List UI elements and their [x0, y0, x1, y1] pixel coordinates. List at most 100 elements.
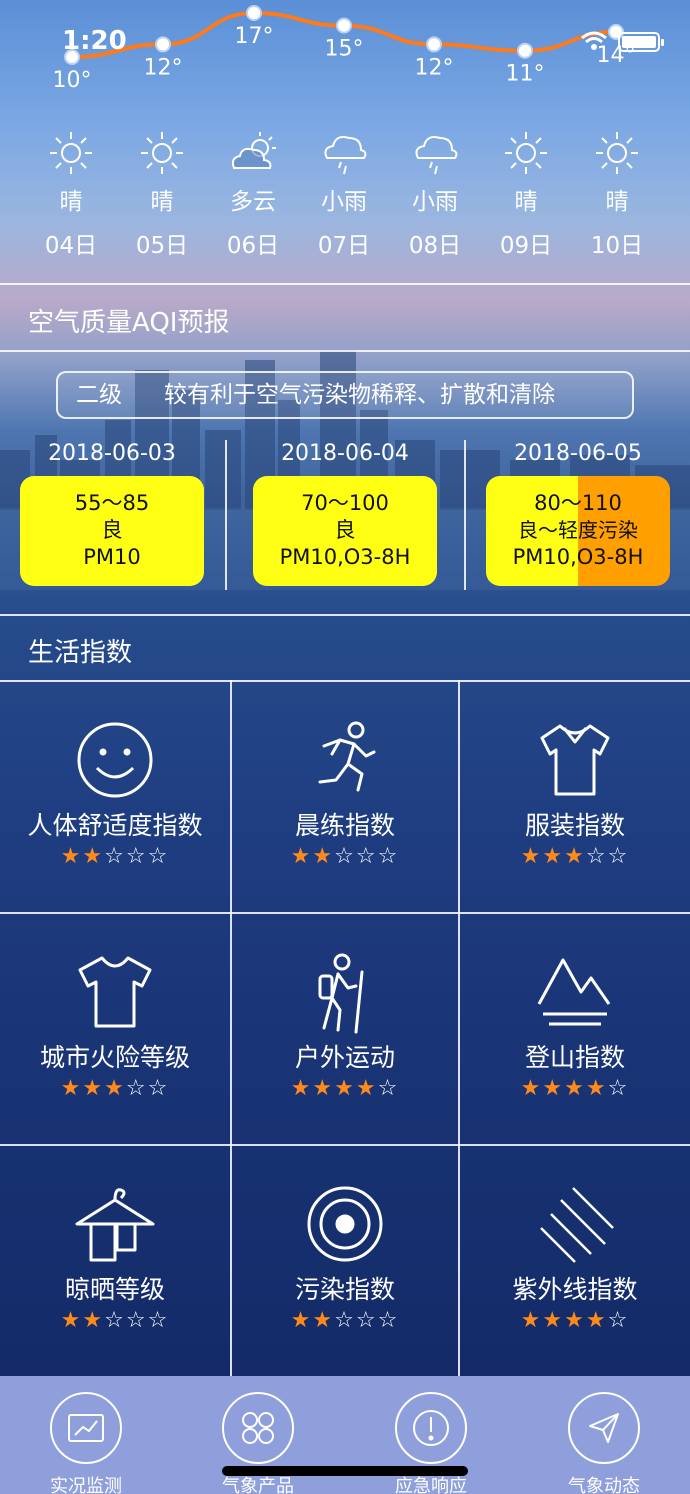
- star-filled-icon: ★: [520, 844, 543, 869]
- star-empty-icon: ☆: [147, 844, 170, 869]
- life-index-name: 晾晒等级: [64, 1275, 165, 1304]
- temperature-point: [517, 42, 533, 59]
- aqi-quality: 良: [101, 518, 123, 542]
- aqi-quality: 良～轻度污染: [518, 518, 638, 542]
- forecast-condition: 晴: [59, 189, 83, 215]
- line-chart-icon: [50, 1392, 122, 1464]
- aqi-day[interactable]: 2018-06-04 70～100 良 PM10,O3-8H: [242, 436, 448, 586]
- star-rating: ★★☆☆☆: [0, 844, 230, 869]
- life-index-item[interactable]: 紫外线指数 ★★★★☆: [460, 1146, 690, 1378]
- star-empty-icon: ☆: [607, 844, 630, 869]
- forecast-condition: 晴: [514, 189, 538, 215]
- wifi-icon: [580, 30, 608, 57]
- mountain-icon: [460, 952, 690, 1036]
- star-rating: ★★☆☆☆: [230, 844, 460, 869]
- forecast-condition: 小雨: [412, 189, 458, 215]
- life-index-item[interactable]: 服装指数 ★★★☆☆: [460, 682, 690, 914]
- sun-icon: [481, 128, 571, 178]
- star-filled-icon: ★: [564, 1308, 586, 1333]
- life-index-item[interactable]: 户外运动 ★★★★☆: [230, 914, 460, 1146]
- star-empty-icon: ☆: [607, 1076, 630, 1101]
- star-filled-icon: ★: [312, 844, 335, 869]
- sun-icon: [26, 128, 116, 178]
- star-empty-icon: ☆: [377, 1308, 400, 1333]
- star-filled-icon: ★: [542, 1308, 565, 1333]
- divider: [225, 440, 227, 590]
- aqi-day[interactable]: 2018-06-03 55～85 良 PM10: [9, 436, 215, 586]
- hiker-icon: [230, 952, 460, 1036]
- temperature-label: 12°: [144, 55, 183, 80]
- aqi-range: 70～100: [301, 491, 389, 515]
- star-filled-icon: ★: [542, 844, 565, 869]
- star-filled-icon: ★: [82, 1076, 105, 1101]
- life-index-item[interactable]: 晨练指数 ★★☆☆☆: [230, 682, 460, 914]
- tab-weather-news[interactable]: 气象动态: [544, 1392, 664, 1494]
- aqi-date: 2018-06-03: [48, 441, 176, 466]
- temperature-point: [246, 5, 262, 21]
- temperature-point: [336, 17, 352, 34]
- life-index-name: 户外运动: [294, 1043, 395, 1072]
- life-index-name: 晨练指数: [294, 811, 395, 840]
- temperature-point: [426, 36, 442, 53]
- aqi-section-title: 空气质量AQI预报: [28, 308, 230, 338]
- star-filled-icon: ★: [290, 1076, 313, 1101]
- aqi-card: 70～100 良 PM10,O3-8H: [253, 476, 437, 586]
- star-empty-icon: ☆: [377, 1076, 400, 1101]
- forecast-day: 晴 04日: [26, 128, 116, 260]
- clothes-hanger-icon: [0, 1184, 230, 1268]
- star-filled-icon: ★: [520, 1076, 543, 1101]
- bottom-tab-bar: 实况监测 气象产品 应急响应 气象动态: [0, 1376, 690, 1494]
- forecast-date: 05日: [135, 233, 189, 259]
- forecast-date: 06日: [226, 233, 280, 259]
- life-index-item[interactable]: 登山指数 ★★★★☆: [460, 914, 690, 1146]
- temperature-label: 12°: [415, 55, 454, 80]
- star-empty-icon: ☆: [125, 1308, 148, 1333]
- star-empty-icon: ☆: [334, 1308, 356, 1333]
- forecast-condition: 多云: [230, 189, 276, 215]
- tshirt-icon: [0, 952, 230, 1036]
- tab-weather-products[interactable]: 气象产品: [198, 1392, 318, 1494]
- life-index-item[interactable]: 晾晒等级 ★★☆☆☆: [0, 1146, 230, 1378]
- forecast-day: 晴 10日: [572, 128, 662, 260]
- life-index-name: 城市火险等级: [39, 1043, 190, 1072]
- target-icon: [230, 1184, 460, 1268]
- forecast-condition: 小雨: [321, 189, 367, 215]
- star-filled-icon: ★: [312, 1308, 335, 1333]
- star-filled-icon: ★: [82, 1308, 105, 1333]
- life-index-item[interactable]: 污染指数 ★★☆☆☆: [230, 1146, 460, 1378]
- runner-icon: [230, 720, 460, 804]
- temperature-label: 11°: [506, 62, 545, 87]
- star-filled-icon: ★: [585, 1076, 608, 1101]
- star-empty-icon: ☆: [377, 844, 400, 869]
- star-empty-icon: ☆: [104, 844, 126, 869]
- star-rating: ★★★★☆: [460, 1076, 690, 1101]
- light-rain-icon: [299, 128, 389, 178]
- star-filled-icon: ★: [290, 844, 313, 869]
- tab-emergency-response[interactable]: 应急响应: [371, 1392, 491, 1494]
- star-filled-icon: ★: [542, 1076, 565, 1101]
- forecast-condition: 晴: [605, 189, 629, 215]
- life-index-item[interactable]: 城市火险等级 ★★★☆☆: [0, 914, 230, 1146]
- battery-icon: [618, 32, 664, 52]
- aqi-card: 55～85 良 PM10: [20, 476, 204, 586]
- star-empty-icon: ☆: [355, 1308, 378, 1333]
- tab-live-monitoring[interactable]: 实况监测: [26, 1392, 146, 1494]
- star-rating: ★★☆☆☆: [230, 1308, 460, 1333]
- star-empty-icon: ☆: [125, 1076, 148, 1101]
- aqi-card: 80～110 良～轻度污染 PM10,O3-8H: [486, 476, 670, 586]
- divider: [0, 350, 690, 352]
- aqi-day[interactable]: 2018-06-05 80～110 良～轻度污染 PM10,O3-8H: [475, 436, 681, 586]
- aqi-range: 80～110: [534, 491, 622, 515]
- star-empty-icon: ☆: [607, 1308, 630, 1333]
- star-filled-icon: ★: [585, 1308, 608, 1333]
- temperature-label: 15°: [325, 37, 364, 62]
- star-empty-icon: ☆: [104, 1308, 126, 1333]
- star-rating: ★★★★☆: [460, 1308, 690, 1333]
- alert-icon: [395, 1392, 467, 1464]
- life-index-item[interactable]: 人体舒适度指数 ★★☆☆☆: [0, 682, 230, 914]
- star-filled-icon: ★: [60, 844, 83, 869]
- divider: [0, 614, 690, 616]
- star-rating: ★★★★☆: [230, 1076, 460, 1101]
- temperature-label: 10°: [53, 68, 92, 93]
- life-index-section-title: 生活指数: [28, 638, 133, 668]
